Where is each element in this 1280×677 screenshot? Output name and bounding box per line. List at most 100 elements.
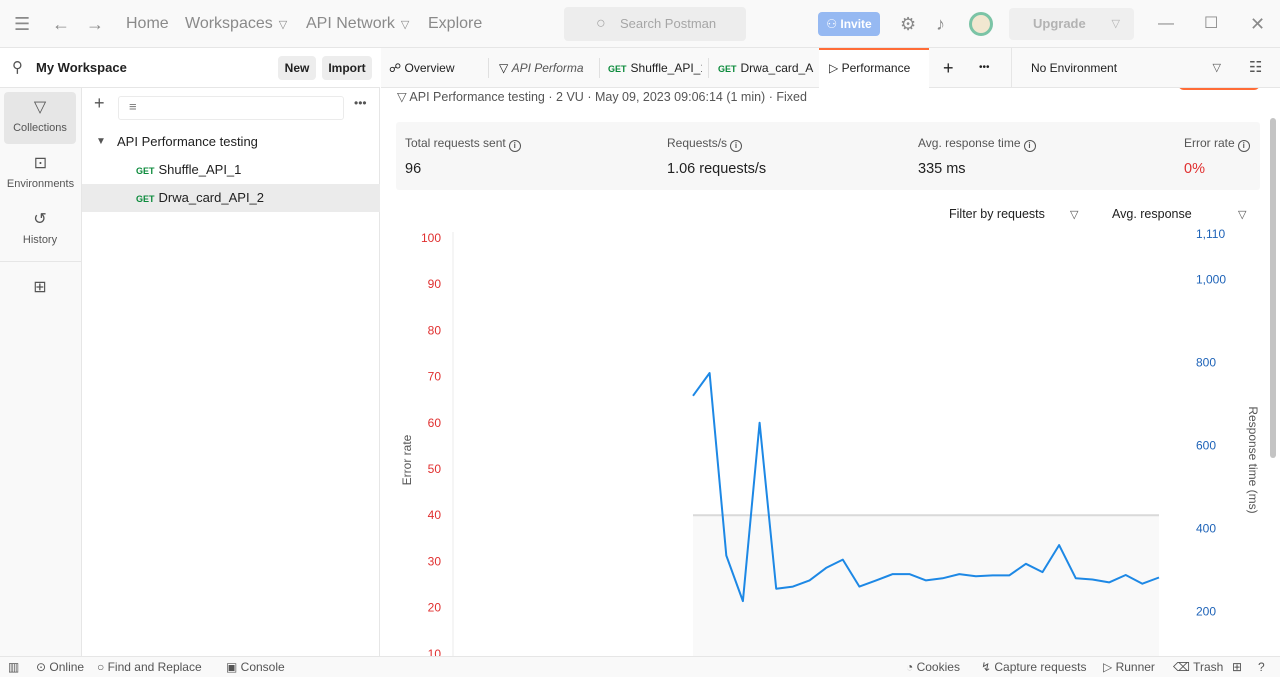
left-tick-label: 90 [428, 277, 442, 291]
right-tick-label: 600 [1196, 439, 1216, 453]
online-status[interactable]: ⊙ Online [36, 657, 84, 677]
search-input[interactable]: ○ Search Postman [564, 7, 746, 41]
minimize-icon[interactable]: — [1158, 12, 1174, 36]
notification-bell-icon[interactable]: ♪ [936, 12, 945, 36]
stat-value: 335 ms [918, 161, 966, 177]
request-row[interactable]: GET Shuffle_API_1 [82, 156, 380, 184]
stat-requests-per-second: Requests/s i 1.06 requests/s [667, 136, 766, 177]
nav-api-network-label: API Network [306, 15, 395, 32]
run-collection: API Performance testing [409, 90, 545, 104]
console-label: Console [240, 660, 285, 674]
tab-overview[interactable]: ☍ Overview [389, 48, 485, 88]
filter-input[interactable]: ≡ [118, 96, 344, 120]
nav-api-network[interactable]: API Network ▽ [306, 14, 409, 35]
capture-requests-button[interactable]: ↯ Capture requests [981, 657, 1086, 677]
run-again-button-edge[interactable] [1178, 88, 1260, 90]
close-icon[interactable]: ✕ [1250, 12, 1265, 36]
tab-label: Drwa_card_A [740, 61, 814, 75]
menu-icon[interactable]: ☰ [14, 12, 30, 36]
chevron-down-icon: ▽ [1070, 209, 1079, 221]
request-name: Shuffle_API_1 [158, 162, 242, 177]
rail-history-label: History [22, 234, 58, 246]
info-icon[interactable]: i [508, 140, 521, 152]
separator: · [548, 90, 553, 104]
nav-explore[interactable]: Explore [428, 14, 482, 34]
environment-select[interactable]: No Environment ▽ [1011, 48, 1241, 88]
find-replace-label: Find and Replace [107, 660, 202, 674]
tab-label: API Performa [511, 61, 584, 75]
search-icon: ○ [97, 660, 108, 674]
new-button[interactable]: New [278, 56, 316, 80]
chevron-down-icon: ▽ [1238, 209, 1247, 221]
console-icon: ▣ [226, 660, 241, 674]
info-icon[interactable]: i [1237, 140, 1250, 152]
trash-icon: ⌫ [1173, 660, 1194, 674]
collection-row[interactable]: ▼ API Performance testing [82, 128, 380, 156]
plus-icon[interactable]: + [94, 93, 105, 114]
new-tab-plus-icon[interactable]: + [943, 48, 954, 88]
tab-divider [599, 58, 600, 78]
nav-home[interactable]: Home [126, 14, 169, 34]
top-bar: ☰ ← → Home Workspaces ▽ API Network ▽ Expl… [0, 0, 1280, 48]
console-button[interactable]: ▣ Console [226, 657, 285, 677]
stat-value: 0% [1184, 161, 1205, 177]
collection-icon: ▽ [397, 90, 410, 104]
rail-configure[interactable]: ⊞ [4, 272, 76, 324]
tab-collection[interactable]: ▽ API Performa [499, 48, 595, 88]
trash-button[interactable]: ⌫ Trash [1173, 657, 1223, 677]
help-icon[interactable]: ? [1258, 657, 1265, 677]
tab-label: Overview [404, 61, 455, 75]
toggle-sidebar-icon[interactable]: ▥ [8, 657, 19, 677]
dropdown-label: Avg. response [1112, 207, 1192, 221]
chevron-down-icon: ▽ [1212, 62, 1221, 74]
avatar[interactable] [969, 12, 993, 36]
dropdown-label: Filter by requests [949, 207, 1045, 221]
apps-grid-icon: ⊞ [33, 279, 47, 296]
metric-dropdown[interactable]: Avg. response ▽ [1112, 207, 1252, 221]
more-options-icon[interactable]: ••• [354, 96, 367, 110]
back-arrow-icon[interactable]: ← [52, 12, 70, 36]
cookies-label: Cookies [916, 660, 960, 674]
info-icon[interactable]: i [730, 140, 743, 152]
left-tick-label: 80 [428, 323, 442, 337]
runner-button[interactable]: ▷ Runner [1103, 657, 1155, 677]
nav-workspaces[interactable]: Workspaces ▽ [185, 14, 287, 35]
chevron-down-icon: ▽ [400, 19, 410, 31]
filter-requests-dropdown[interactable]: Filter by requests ▽ [949, 207, 1079, 221]
rail-history[interactable]: ↺ History [4, 204, 76, 256]
environment-label: No Environment [1031, 61, 1118, 75]
online-label: Online [49, 660, 85, 674]
rail-collections[interactable]: ▽ Collections [4, 92, 76, 144]
rail-environments[interactable]: ⊡ Environments [0, 148, 81, 200]
tab-shuffle-api[interactable]: GET Shuffle_API_1 [608, 48, 702, 88]
two-pane-icon[interactable]: ⊞ [1232, 657, 1242, 677]
stat-avg-response-time: Avg. response time i 335 ms [918, 136, 1036, 177]
left-tick-label: 60 [428, 416, 442, 430]
tab-performance[interactable]: ▷ Performance [819, 48, 929, 88]
invite-label: Invite [840, 17, 872, 31]
find-replace-button[interactable]: ○ Find and Replace [97, 657, 202, 677]
stat-label: Total requests sent [405, 136, 506, 150]
tab-drwa-card-api[interactable]: GET Drwa_card_A [718, 48, 814, 88]
info-icon[interactable]: i [1023, 140, 1036, 152]
cookie-icon: ◔ [906, 660, 917, 674]
status-bar: ▥ ⊙ Online ○ Find and Replace ▣ Console … [0, 656, 1280, 677]
settings-gear-icon[interactable]: ⚙ [900, 12, 916, 36]
cookies-button[interactable]: ◔ Cookies [906, 657, 960, 677]
forward-arrow-icon[interactable]: → [86, 12, 104, 36]
workspace-title[interactable]: My Workspace [36, 60, 127, 75]
chevron-down-icon: ▽ [278, 19, 288, 31]
left-tick-label: 50 [428, 462, 442, 476]
upgrade-button[interactable]: Upgrade ▽ [1009, 8, 1134, 40]
performance-panel: ▽ API Performance testing · 2 VU · May 0… [381, 88, 1280, 656]
maximize-icon[interactable]: ☐ [1204, 12, 1218, 36]
request-row[interactable]: GET Drwa_card_API_2 [82, 184, 380, 212]
environment-quick-look-icon[interactable]: ☷ [1249, 48, 1262, 88]
run-date: May 09, 2023 09:06:14 (1 min) [594, 90, 766, 104]
vertical-scrollbar[interactable] [1270, 118, 1276, 458]
more-tabs-icon[interactable]: ••• [979, 48, 990, 88]
right-tick-label: 400 [1196, 522, 1216, 536]
import-button[interactable]: Import [322, 56, 372, 80]
right-tick-label: 1,000 [1196, 273, 1226, 287]
invite-button[interactable]: ⚇ Invite [818, 12, 880, 36]
